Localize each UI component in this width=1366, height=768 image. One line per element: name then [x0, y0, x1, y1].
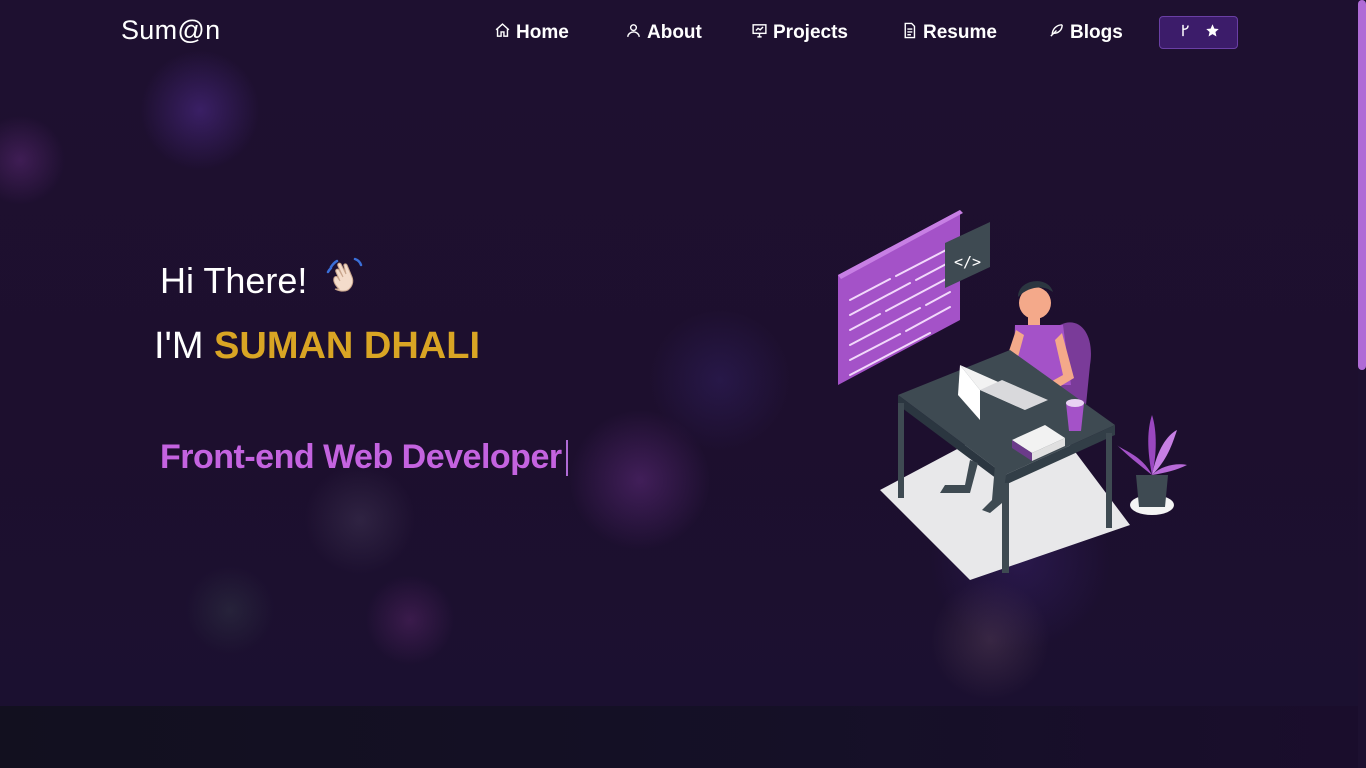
next-section-band — [0, 706, 1358, 768]
nav-item-label: Home — [516, 22, 569, 43]
nav-item-about[interactable]: About — [625, 21, 702, 45]
scrollbar-track[interactable] — [1358, 0, 1366, 768]
code-tag-label: </> — [954, 253, 981, 271]
typed-text: Front-end Web Developer — [160, 438, 562, 476]
hero-greeting: Hi There! — [160, 255, 367, 306]
top-navbar: Sum@n Home About Projects Resume Blogs — [0, 0, 1358, 66]
typewriter-cursor — [565, 439, 568, 476]
nav-item-label: About — [647, 22, 702, 43]
brand-logo[interactable]: Sum@n — [121, 15, 220, 46]
nav-item-projects[interactable]: Projects — [751, 21, 848, 45]
name-prefix: I'M — [154, 325, 215, 367]
star-icon — [1205, 23, 1220, 43]
nav-item-label: Blogs — [1070, 22, 1123, 43]
nav-item-label: Resume — [923, 22, 997, 43]
typewriter-role: Front-end Web Developer — [160, 438, 568, 477]
presentation-icon — [751, 22, 768, 45]
user-icon — [625, 22, 642, 45]
feather-icon — [1048, 22, 1065, 45]
scrollbar-thumb[interactable] — [1358, 0, 1366, 370]
github-fork-star-button[interactable] — [1159, 16, 1238, 49]
nav-item-home[interactable]: Home — [494, 21, 569, 45]
nav-item-label: Projects — [773, 22, 848, 43]
name-highlight: SUMAN DHALI — [214, 325, 481, 367]
home-icon — [494, 22, 511, 45]
nav-item-blogs[interactable]: Blogs — [1048, 21, 1123, 45]
document-icon — [901, 22, 918, 45]
nav-item-resume[interactable]: Resume — [901, 21, 997, 45]
hero-name: I'M SUMAN DHALI — [154, 325, 480, 368]
greeting-text: Hi There! — [160, 259, 308, 301]
git-fork-icon — [1178, 23, 1193, 43]
developer-illustration: </> — [830, 205, 1200, 585]
waving-hand-icon — [325, 255, 367, 306]
